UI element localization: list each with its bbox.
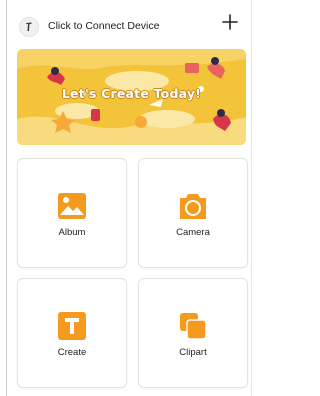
plus-icon[interactable] xyxy=(218,10,242,34)
album-label: Album xyxy=(58,227,86,238)
camera-icon xyxy=(178,191,208,221)
create-label: Create xyxy=(57,347,87,358)
connect-device-link[interactable]: Click to Connect Device xyxy=(48,20,159,32)
header: Click to Connect Device xyxy=(6,0,252,44)
clipart-tile[interactable]: Clipart xyxy=(138,278,248,388)
camera-tile[interactable]: Camera xyxy=(138,158,248,268)
image-icon xyxy=(57,191,87,221)
text-t-icon xyxy=(57,311,87,341)
camera-label: Camera xyxy=(176,227,210,238)
right-border xyxy=(251,0,252,396)
create-tile[interactable]: Create xyxy=(17,278,127,388)
promo-banner[interactable]: Let's Create Today! xyxy=(17,49,246,145)
clipart-label: Clipart xyxy=(179,347,207,358)
left-border xyxy=(6,0,7,396)
copy-icon xyxy=(178,311,208,341)
album-tile[interactable]: Album xyxy=(17,158,127,268)
device-logo-icon xyxy=(19,17,39,37)
banner-title: Let's Create Today! xyxy=(61,86,202,101)
